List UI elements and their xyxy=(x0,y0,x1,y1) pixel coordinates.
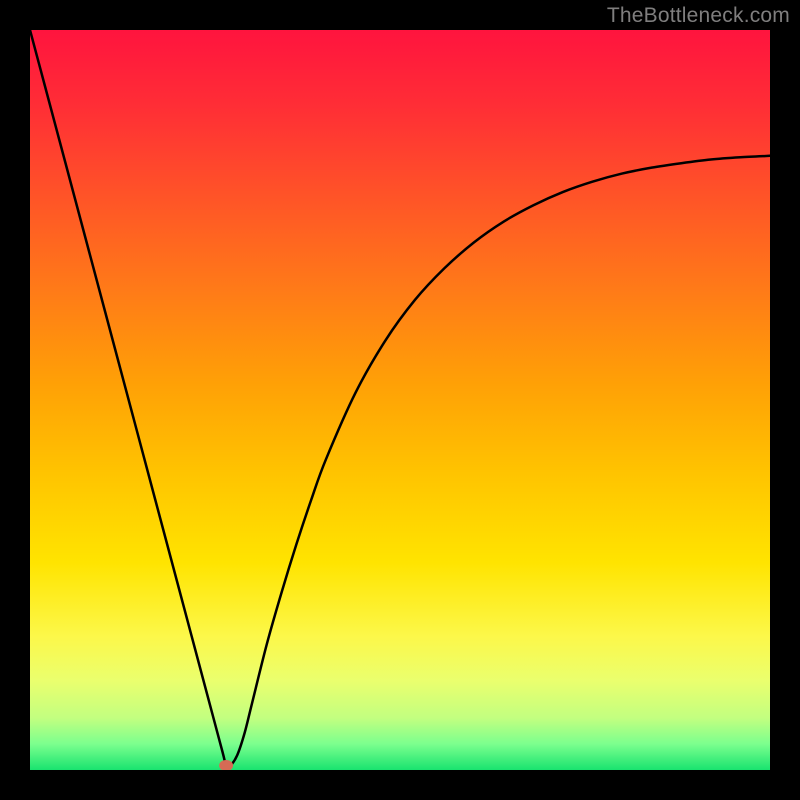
gradient-background xyxy=(30,30,770,770)
bottleneck-chart xyxy=(30,30,770,770)
watermark-text: TheBottleneck.com xyxy=(607,4,790,28)
chart-frame xyxy=(30,30,770,770)
